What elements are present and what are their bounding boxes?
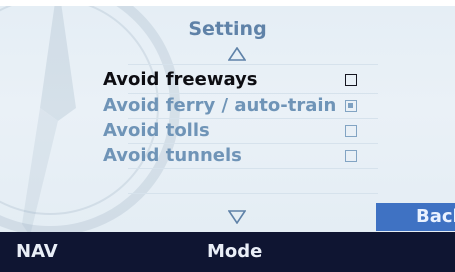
option-label: Avoid ferry / auto-train	[103, 95, 337, 116]
option-label: Avoid freeways	[103, 69, 258, 90]
bottom-bar: NAV Mode	[0, 232, 455, 272]
page-title: Setting	[188, 18, 267, 40]
back-button[interactable]: Back	[376, 203, 455, 231]
option-avoid-freeways[interactable]: Avoid freeways	[103, 68, 373, 92]
option-avoid-tunnels[interactable]: Avoid tunnels	[103, 144, 373, 168]
scroll-down-icon[interactable]	[228, 210, 246, 224]
divider-top	[128, 64, 378, 65]
scroll-up-icon[interactable]	[228, 47, 246, 61]
option-label: Avoid tolls	[103, 120, 210, 141]
setting-panel: Setting Avoid freeways Avoid ferry / aut…	[0, 6, 455, 232]
option-checkbox[interactable]	[345, 74, 357, 86]
nav-button[interactable]: NAV	[16, 241, 58, 262]
mode-button[interactable]: Mode	[207, 241, 262, 262]
option-checkbox[interactable]	[345, 150, 357, 162]
divider	[128, 168, 378, 169]
nav-setting-screen: Setting Avoid freeways Avoid ferry / aut…	[0, 0, 455, 272]
option-label: Avoid tunnels	[103, 145, 242, 166]
option-checkbox[interactable]	[345, 100, 357, 112]
option-checkbox[interactable]	[345, 125, 357, 137]
option-avoid-ferry[interactable]: Avoid ferry / auto-train	[103, 94, 373, 118]
option-avoid-tolls[interactable]: Avoid tolls	[103, 119, 373, 143]
divider	[128, 193, 378, 194]
